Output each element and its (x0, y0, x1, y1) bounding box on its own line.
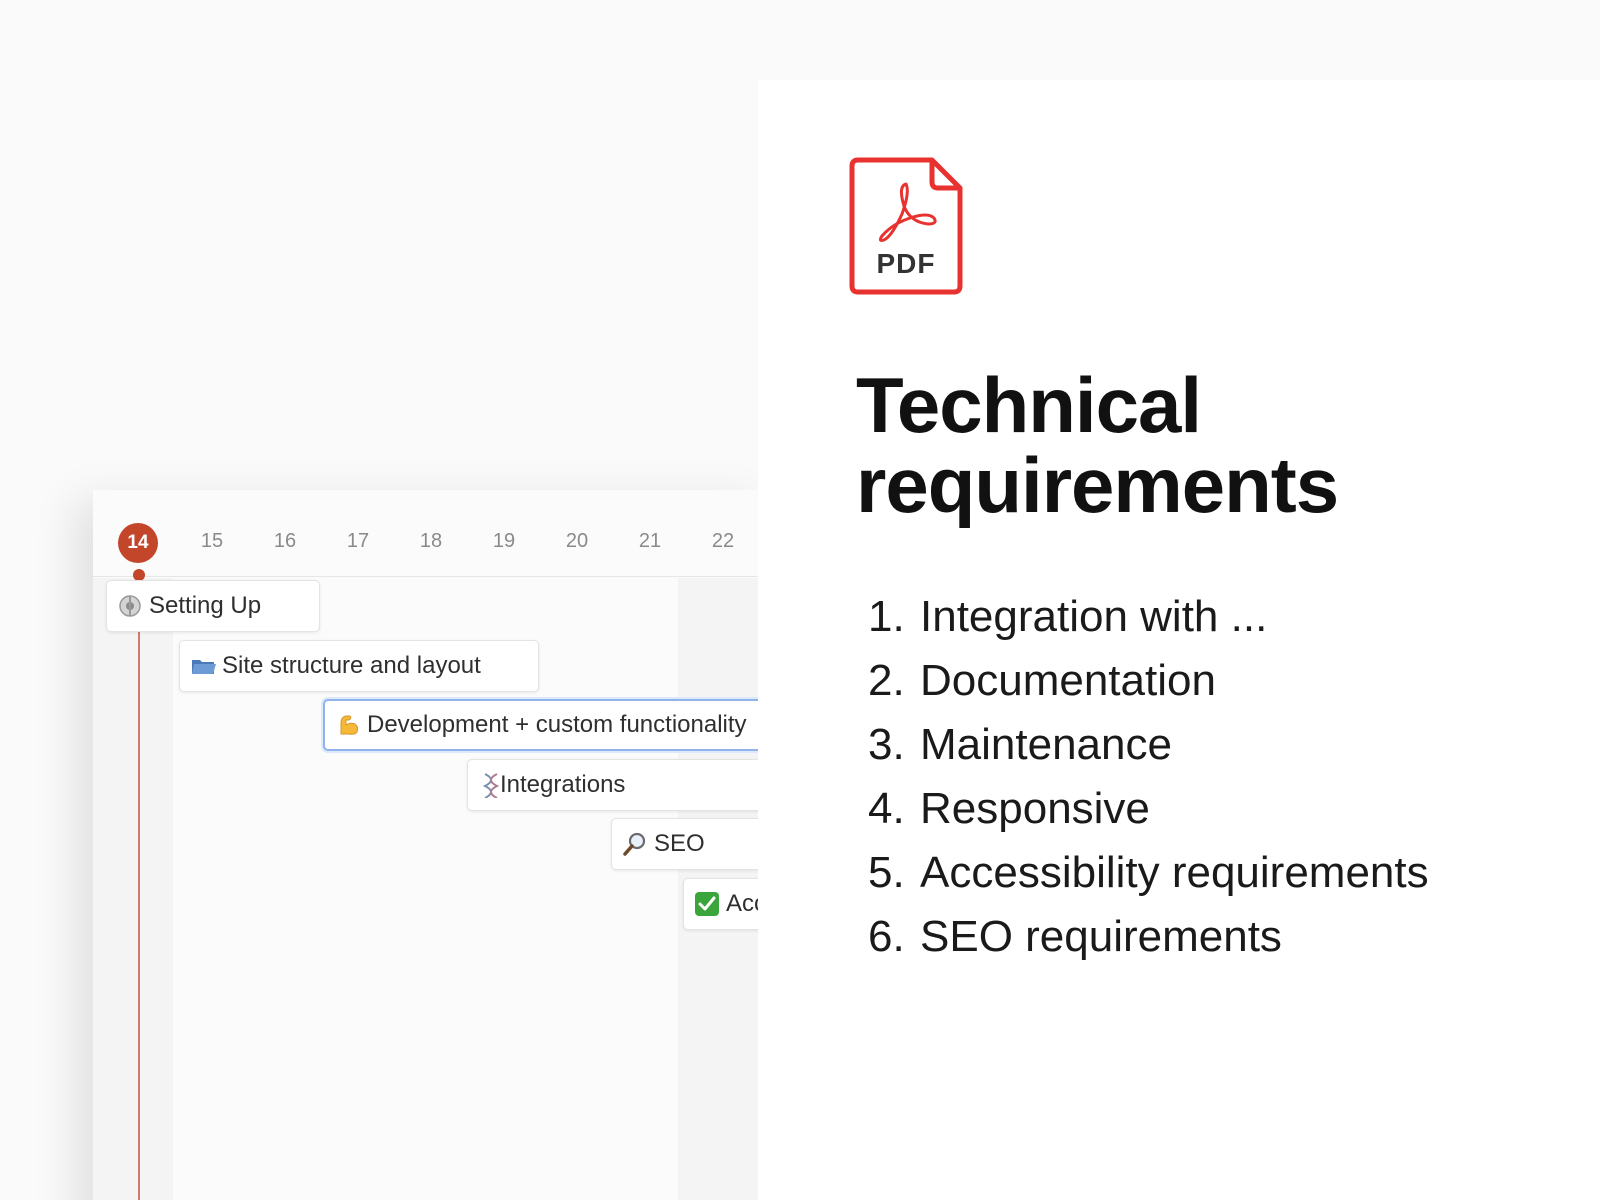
day-label: 19 (492, 530, 516, 552)
list-number: 6. (868, 912, 905, 961)
day-label: 20 (565, 530, 589, 552)
timeline-view: 14 15 16 17 18 19 20 21 22 Setting Up Si… (93, 490, 773, 1200)
dna-icon (478, 772, 500, 798)
day-label: 22 (711, 530, 735, 552)
list-text: SEO requirements (920, 912, 1282, 961)
pdf-file-icon[interactable]: PDF (848, 156, 964, 296)
list-text: Maintenance (920, 720, 1172, 769)
list-number: 1. (868, 592, 905, 641)
document-panel: PDF Technical requirements 1. Integration… (758, 80, 1600, 1200)
task-label: SEO (654, 830, 705, 857)
day-label: 18 (419, 530, 443, 552)
list-number: 4. (868, 784, 905, 833)
list-item: 4. Responsive (868, 777, 1429, 841)
list-text: Documentation (920, 656, 1216, 705)
task-label: Setting Up (149, 592, 262, 619)
list-item: 3. Maintenance (868, 713, 1429, 777)
gear-icon (117, 593, 143, 619)
folder-icon (190, 653, 216, 679)
today-date-badge[interactable]: 14 (118, 523, 158, 563)
title-line: requirements (856, 441, 1339, 529)
day-label: 16 (273, 530, 297, 552)
task-bar-setting-up[interactable]: Setting Up (106, 580, 320, 632)
requirements-list: 1. Integration with ... 2. Documentation 3… (868, 585, 1429, 969)
task-label: Integrations (500, 771, 626, 798)
magnifier-icon (622, 831, 648, 857)
task-label: Development + custom functionality (367, 711, 747, 738)
today-marker-line (138, 580, 140, 1200)
task-bar-integrations[interactable]: Integrations (467, 759, 773, 811)
list-number: 3. (868, 720, 905, 769)
task-bar-seo[interactable]: SEO (611, 818, 773, 870)
list-item: 5. Accessibility requirements (868, 841, 1429, 905)
timeline-header-divider (93, 576, 773, 577)
flexed-biceps-icon (335, 712, 361, 738)
list-text: Accessibility requirements (920, 848, 1429, 897)
title-line: Technical (856, 361, 1202, 449)
list-item: 6. SEO requirements (868, 905, 1429, 969)
list-number: 5. (868, 848, 905, 897)
weekend-column-shade (93, 578, 173, 1200)
list-item: 1. Integration with ... (868, 585, 1429, 649)
day-label: 21 (638, 530, 662, 552)
list-item: 2. Documentation (868, 649, 1429, 713)
day-label: 15 (200, 530, 224, 552)
check-mark-icon (694, 891, 720, 917)
task-bar-development[interactable]: Development + custom functionality (323, 699, 773, 751)
day-label: 17 (346, 530, 370, 552)
list-text: Integration with ... (920, 592, 1268, 641)
pdf-icon-label: PDF (876, 248, 936, 279)
list-text: Responsive (920, 784, 1150, 833)
document-title: Technical requirements (856, 365, 1556, 525)
task-label: Site structure and layout (222, 652, 481, 679)
list-number: 2. (868, 656, 905, 705)
task-bar-site-structure[interactable]: Site structure and layout (179, 640, 539, 692)
